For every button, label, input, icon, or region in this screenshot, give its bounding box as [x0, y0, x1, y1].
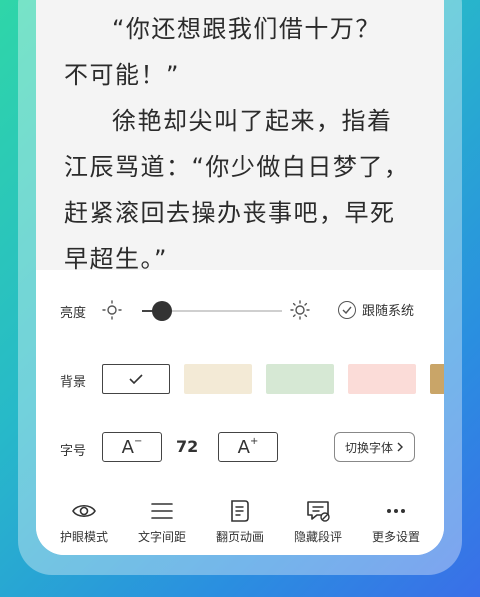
- toolbar-label: 文字间距: [137, 530, 186, 544]
- brightness-row: 亮度 跟随系统: [36, 294, 444, 328]
- font-increase-label: A: [237, 436, 250, 458]
- text-line: 不可能！”: [64, 61, 180, 89]
- sun-high-icon: [290, 300, 310, 320]
- check-icon: [129, 374, 143, 384]
- page-turn-icon: [231, 500, 249, 522]
- toolbar-label: 翻页动画: [215, 530, 264, 544]
- background-swatch-beige[interactable]: [184, 364, 252, 394]
- more-settings-button[interactable]: 更多设置: [360, 498, 432, 545]
- reader-screen: “你还想跟我们借十万？ 不可能！” 徐艳却尖叫了起来，指着 江辰骂道：“你少做白…: [36, 0, 444, 555]
- text-line: “你还想跟我们借十万？: [112, 15, 381, 43]
- brightness-label: 亮度: [60, 306, 87, 321]
- background-swatch-white[interactable]: [102, 364, 170, 394]
- minus-icon: −: [133, 435, 143, 447]
- toolbar-label: 隐藏段评: [293, 530, 342, 544]
- sun-low-icon: [102, 300, 122, 320]
- bottom-toolbar: 护眼模式 文字间距 翻页动画 隐藏段评 更多设置: [36, 498, 444, 548]
- settings-panel: 亮度 跟随系统 背景 字号 A − 72 A + 切换字体 护眼模式 文字间距 …: [36, 270, 444, 555]
- text-line: 徐艳却尖叫了起来，指着: [112, 107, 393, 135]
- brightness-slider[interactable]: [142, 301, 282, 321]
- hide-comments-button[interactable]: 隐藏段评: [282, 498, 354, 545]
- brightness-slider-handle[interactable]: [152, 301, 172, 321]
- background-swatch-brown[interactable]: [430, 364, 444, 394]
- font-decrease-button[interactable]: A −: [102, 432, 162, 462]
- chevron-right-icon: [397, 442, 404, 452]
- text-spacing-button[interactable]: 文字间距: [126, 498, 198, 545]
- eye-care-mode-button[interactable]: 护眼模式: [48, 498, 120, 545]
- switch-font-button[interactable]: 切换字体: [334, 432, 416, 462]
- background-swatch-green[interactable]: [266, 364, 334, 394]
- font-size-row: 字号 A − 72 A + 切换字体: [36, 432, 444, 466]
- text-line: 赶紧滚回去操办丧事吧，早死: [64, 199, 396, 227]
- toolbar-label: 更多设置: [371, 530, 420, 544]
- font-increase-button[interactable]: A +: [218, 432, 278, 462]
- background-label: 背景: [60, 375, 87, 390]
- hide-comment-icon: [307, 501, 330, 522]
- check-circle-icon: [338, 300, 356, 319]
- eye-icon: [72, 504, 96, 518]
- follow-system-toggle[interactable]: 跟随系统: [338, 300, 414, 319]
- font-size-label: 字号: [60, 444, 87, 459]
- page-turn-animation-button[interactable]: 翻页动画: [204, 498, 276, 545]
- more-icon: [387, 509, 405, 513]
- switch-font-label: 切换字体: [345, 440, 394, 455]
- background-swatch-pink[interactable]: [348, 364, 416, 394]
- font-size-value: 72: [176, 437, 199, 456]
- plus-icon: +: [249, 435, 259, 447]
- background-row: 背景: [36, 364, 444, 396]
- toolbar-label: 护眼模式: [59, 530, 108, 544]
- text-spacing-icon: [151, 503, 173, 519]
- font-decrease-label: A: [121, 436, 134, 458]
- reading-text-area: “你还想跟我们借十万？ 不可能！” 徐艳却尖叫了起来，指着 江辰骂道：“你少做白…: [36, 0, 444, 275]
- follow-system-label: 跟随系统: [362, 304, 415, 319]
- text-line: 江辰骂道：“你少做白日梦了，: [64, 153, 410, 181]
